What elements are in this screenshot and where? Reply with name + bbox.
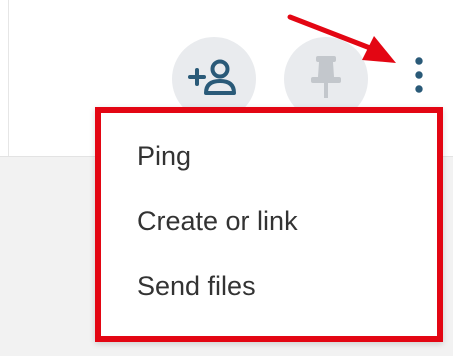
menu-item-ping[interactable]: Ping [137, 140, 191, 172]
divider [8, 0, 9, 156]
menu-item-send-files[interactable]: Send files [137, 270, 256, 302]
menu-item-create-or-link[interactable]: Create or link [137, 205, 298, 237]
add-person-icon [187, 57, 241, 102]
annotation-arrow [287, 14, 396, 63]
more-vertical-icon [414, 55, 424, 100]
more-options-menu: Ping Create or link Send files [95, 107, 443, 342]
